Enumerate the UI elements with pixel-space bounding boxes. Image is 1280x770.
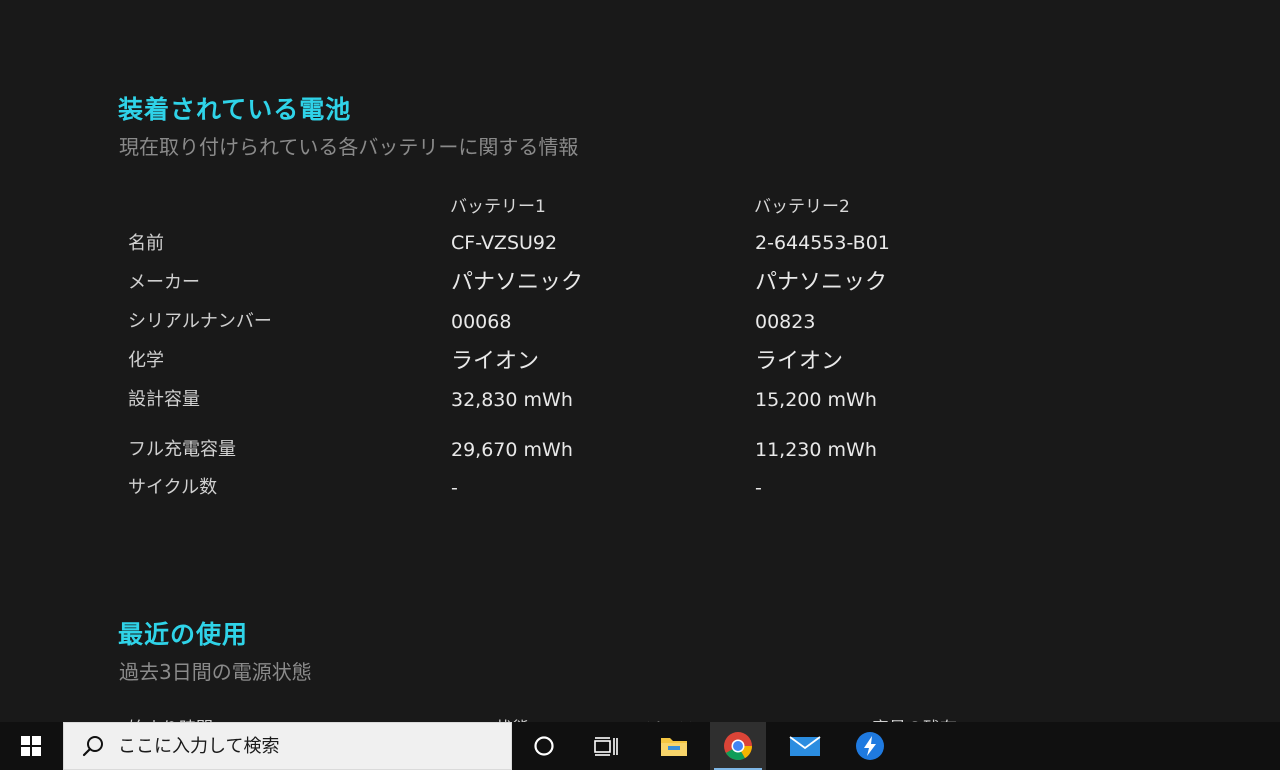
row-label-manufacturer: メーカー: [128, 272, 200, 293]
recent-column-start-time: 始まり時間: [128, 714, 213, 722]
installed-batteries-title: 装着されている電池: [118, 95, 352, 124]
battery-2-serial: 00823: [755, 311, 816, 333]
battery-1-name: CF-VZSU92: [451, 232, 558, 254]
battery-1-chemistry: ライオン: [451, 349, 540, 374]
row-label-full-charge-capacity: フル充電容量: [128, 439, 236, 460]
taskbar-search-box[interactable]: [63, 722, 512, 770]
start-button[interactable]: [0, 722, 62, 770]
battery-2-chemistry: ライオン: [755, 349, 844, 374]
mail-icon: [789, 736, 821, 756]
recent-usage-subtitle: 過去3日間の電源状態: [119, 660, 312, 684]
installed-batteries-subtitle: 現在取り付けられている各バッテリーに関する情報: [119, 135, 579, 159]
battery-1-full-charge-capacity: 29,670 mWh: [451, 439, 573, 461]
battery-1-cycle-count: -: [451, 477, 458, 499]
column-header-battery-1: バッテリー1: [450, 197, 546, 217]
windows-logo-icon: [21, 736, 41, 756]
chrome-icon: [724, 732, 752, 760]
task-view-button[interactable]: [578, 722, 634, 770]
messenger-icon: [856, 732, 884, 760]
file-explorer-icon: [661, 738, 687, 756]
chrome-button[interactable]: [710, 722, 766, 770]
battery-1-serial: 00068: [451, 311, 512, 333]
row-label-cycle-count: サイクル数: [128, 477, 218, 498]
recent-column-state: 状態: [495, 714, 529, 722]
battery-2-full-charge-capacity: 11,230 mWh: [755, 439, 877, 461]
recent-column-capacity-remaining: 容量の残存: [872, 714, 957, 722]
search-input[interactable]: [118, 735, 478, 757]
battery-1-manufacturer: パナソニック: [451, 270, 584, 295]
search-icon: [82, 736, 103, 757]
cortana-icon: [534, 736, 554, 756]
row-label-design-capacity: 設計容量: [128, 389, 200, 410]
battery-1-design-capacity: 32,830 mWh: [451, 389, 573, 411]
messenger-button[interactable]: [842, 722, 898, 770]
battery-2-name: 2-644553-B01: [755, 232, 890, 254]
row-label-chemistry: 化学: [128, 350, 164, 371]
task-view-icon: [594, 737, 618, 756]
file-explorer-button[interactable]: [646, 722, 702, 770]
taskbar: [0, 722, 1280, 770]
row-label-name: 名前: [128, 233, 164, 254]
battery-report-page: 装着されている電池 現在取り付けられている各バッテリーに関する情報 バッテリー1…: [0, 0, 1280, 722]
cortana-button[interactable]: [516, 722, 572, 770]
recent-column-source: ソース: [645, 714, 695, 722]
battery-2-manufacturer: パナソニック: [755, 270, 888, 295]
column-header-battery-2: バッテリー2: [754, 197, 850, 217]
battery-2-cycle-count: -: [755, 477, 762, 499]
recent-usage-title: 最近の使用: [118, 620, 249, 649]
mail-button[interactable]: [777, 722, 833, 770]
battery-2-design-capacity: 15,200 mWh: [755, 389, 877, 411]
row-label-serial: シリアルナンバー: [128, 311, 272, 332]
